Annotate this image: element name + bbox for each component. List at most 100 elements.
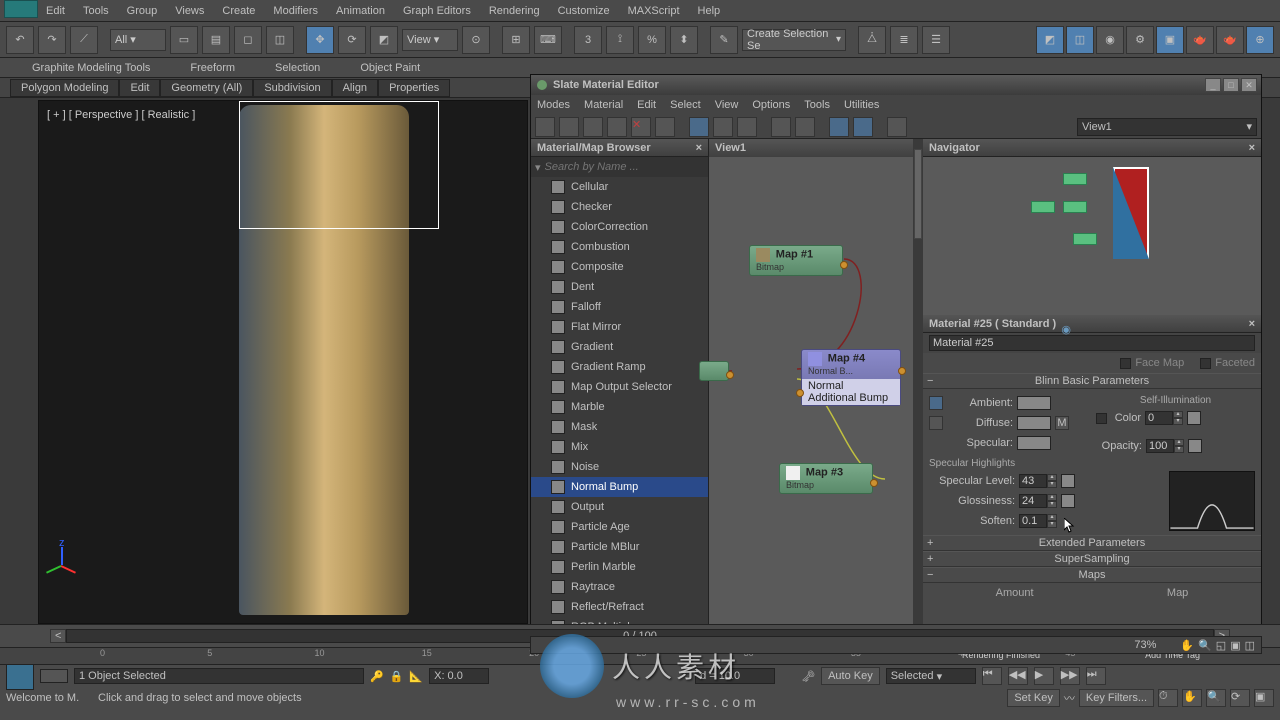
named-selection-dropdown[interactable]: Create Selection Se▾ [742, 29, 846, 51]
slate-zoom-extents-icon[interactable]: ▣ [1230, 639, 1240, 652]
self-illum-spinner[interactable]: ▴▾ [1145, 411, 1183, 425]
navigator-close-icon[interactable]: × [1249, 142, 1255, 154]
delete-icon[interactable]: ✕ [631, 117, 651, 137]
nav-wheel-icon[interactable]: ⊕ [1246, 26, 1274, 54]
rollout-maps[interactable]: −Maps [923, 567, 1261, 583]
material-item-falloff[interactable]: Falloff [531, 297, 708, 317]
render-frame-icon[interactable]: ▣ [1156, 26, 1184, 54]
material-item-flat-mirror[interactable]: Flat Mirror [531, 317, 708, 337]
key-filter-dropdown[interactable]: Selected ▾ [886, 668, 976, 684]
rollout-extended[interactable]: +Extended Parameters [923, 535, 1261, 551]
render-iter-icon[interactable]: 🫖 [1216, 26, 1244, 54]
time-config-icon[interactable]: ⏱ [1158, 689, 1178, 707]
manipulate-icon[interactable]: ⊞ [502, 26, 530, 54]
slate-menu-view[interactable]: View [715, 99, 739, 111]
material-editor-icon[interactable]: ◉ [1096, 26, 1124, 54]
layers-icon[interactable]: ☰ [922, 26, 950, 54]
viewport-label[interactable]: [ + ] [ Perspective ] [ Realistic ] [47, 109, 195, 121]
select-by-name-icon[interactable]: ▤ [202, 26, 230, 54]
nav-max-icon[interactable]: ▣ [1254, 689, 1274, 707]
node-map3[interactable]: Map #3 Bitmap [779, 463, 873, 494]
layout-all-icon[interactable] [771, 117, 791, 137]
slate-pan-icon[interactable]: ✋ [1180, 639, 1194, 652]
render-prod-icon[interactable]: 🫖 [1186, 26, 1214, 54]
ambient-swatch[interactable] [1017, 396, 1051, 410]
subtab-properties[interactable]: Properties [378, 79, 450, 97]
assign-icon[interactable] [583, 117, 603, 137]
mirror-icon[interactable]: ⧊ [858, 26, 886, 54]
bg-pattern-icon[interactable] [689, 117, 709, 137]
put-icon[interactable] [607, 117, 627, 137]
zoom-field[interactable]: 73% [1134, 639, 1176, 651]
rollout-supersample[interactable]: +SuperSampling [923, 551, 1261, 567]
curve-editor-icon[interactable]: ◩ [1036, 26, 1064, 54]
pick-tool-icon[interactable] [559, 117, 579, 137]
menu-modifiers[interactable]: Modifiers [273, 5, 318, 17]
material-item-reflect-refract[interactable]: Reflect/Refract [531, 597, 708, 617]
material-item-dent[interactable]: Dent [531, 277, 708, 297]
menu-animation[interactable]: Animation [336, 5, 385, 17]
material-item-cellular[interactable]: Cellular [531, 177, 708, 197]
subtab-polygon[interactable]: Polygon Modeling [10, 79, 119, 97]
menu-tools[interactable]: Tools [83, 5, 109, 17]
material-item-raytrace[interactable]: Raytrace [531, 577, 708, 597]
opacity-map-button[interactable] [1188, 439, 1202, 453]
undo-icon[interactable]: ↶ [6, 26, 34, 54]
menu-maxscript[interactable]: MAXScript [628, 5, 680, 17]
slate-menu-material[interactable]: Material [584, 99, 623, 111]
subtab-align[interactable]: Align [332, 79, 378, 97]
scale-icon[interactable]: ◩ [370, 26, 398, 54]
rotate-icon[interactable]: ⟳ [338, 26, 366, 54]
time-prev-button[interactable]: < [50, 629, 66, 643]
material-item-output[interactable]: Output [531, 497, 708, 517]
specular-swatch[interactable] [1017, 436, 1051, 450]
key-wave-icon[interactable]: 〰 [1064, 690, 1075, 706]
specular-level-spinner[interactable]: ▴▾ [1019, 474, 1057, 488]
checker-icon[interactable] [713, 117, 733, 137]
snap-2d-icon[interactable]: 3 [574, 26, 602, 54]
view-dropdown[interactable]: View1▾ [1077, 118, 1257, 136]
menu-help[interactable]: Help [698, 5, 721, 17]
percent-snap-icon[interactable]: % [638, 26, 666, 54]
goto-start-icon[interactable]: ⏮ [982, 667, 1002, 685]
auto-key-button[interactable]: Auto Key [821, 667, 880, 685]
material-item-colorcorrection[interactable]: ColorCorrection [531, 217, 708, 237]
browser-scrollbar[interactable] [913, 139, 923, 643]
slate-menu-modes[interactable]: Modes [537, 99, 570, 111]
diffuse-map-button[interactable]: M [1055, 416, 1069, 430]
nav-zoom-icon[interactable]: 🔍 [1206, 689, 1226, 707]
material-item-gradient[interactable]: Gradient [531, 337, 708, 357]
material-item-composite[interactable]: Composite [531, 257, 708, 277]
nav-orbit-icon[interactable]: ⟳ [1230, 689, 1250, 707]
menu-customize[interactable]: Customize [558, 5, 610, 17]
diffuse-swatch[interactable] [1017, 416, 1051, 430]
material-item-marble[interactable]: Marble [531, 397, 708, 417]
auto-update-icon[interactable] [887, 117, 907, 137]
link-icon[interactable]: ⟋ [70, 26, 98, 54]
slate-menu-edit[interactable]: Edit [637, 99, 656, 111]
nav-pan-icon[interactable]: ✋ [1182, 689, 1202, 707]
use-center-icon[interactable]: ⊙ [462, 26, 490, 54]
self-illum-map-button[interactable] [1187, 411, 1201, 425]
slate-menu-options[interactable]: Options [752, 99, 790, 111]
maxscript-toggle-icon[interactable] [6, 662, 34, 690]
material-item-combustion[interactable]: Combustion [531, 237, 708, 257]
search-input[interactable] [545, 161, 704, 173]
prev-frame-icon[interactable]: ◀◀ [1008, 667, 1028, 685]
redo-icon[interactable]: ↷ [38, 26, 66, 54]
menu-create[interactable]: Create [222, 5, 255, 17]
node-upstream[interactable] [699, 361, 729, 381]
navigator-view[interactable] [923, 157, 1261, 315]
move-children-icon[interactable] [655, 117, 675, 137]
spinner-snap-icon[interactable]: ⬍ [670, 26, 698, 54]
material-item-normal-bump[interactable]: Normal Bump [531, 477, 708, 497]
slate-title-bar[interactable]: Slate Material Editor _ □ ✕ [531, 75, 1261, 95]
show-end-icon[interactable] [737, 117, 757, 137]
x-coord-field[interactable]: X: 0.0 [429, 668, 489, 684]
rect-region-icon[interactable]: ◻ [234, 26, 262, 54]
node-map4[interactable]: Map #4 Normal B... Normal Additional Bum… [801, 349, 901, 406]
slate-layout-icon[interactable]: ◫ [1245, 639, 1255, 652]
material-name-input[interactable] [929, 335, 1255, 351]
search-chevron-icon[interactable]: ▾ [535, 161, 541, 174]
keyboard-icon[interactable]: ⌨ [534, 26, 562, 54]
